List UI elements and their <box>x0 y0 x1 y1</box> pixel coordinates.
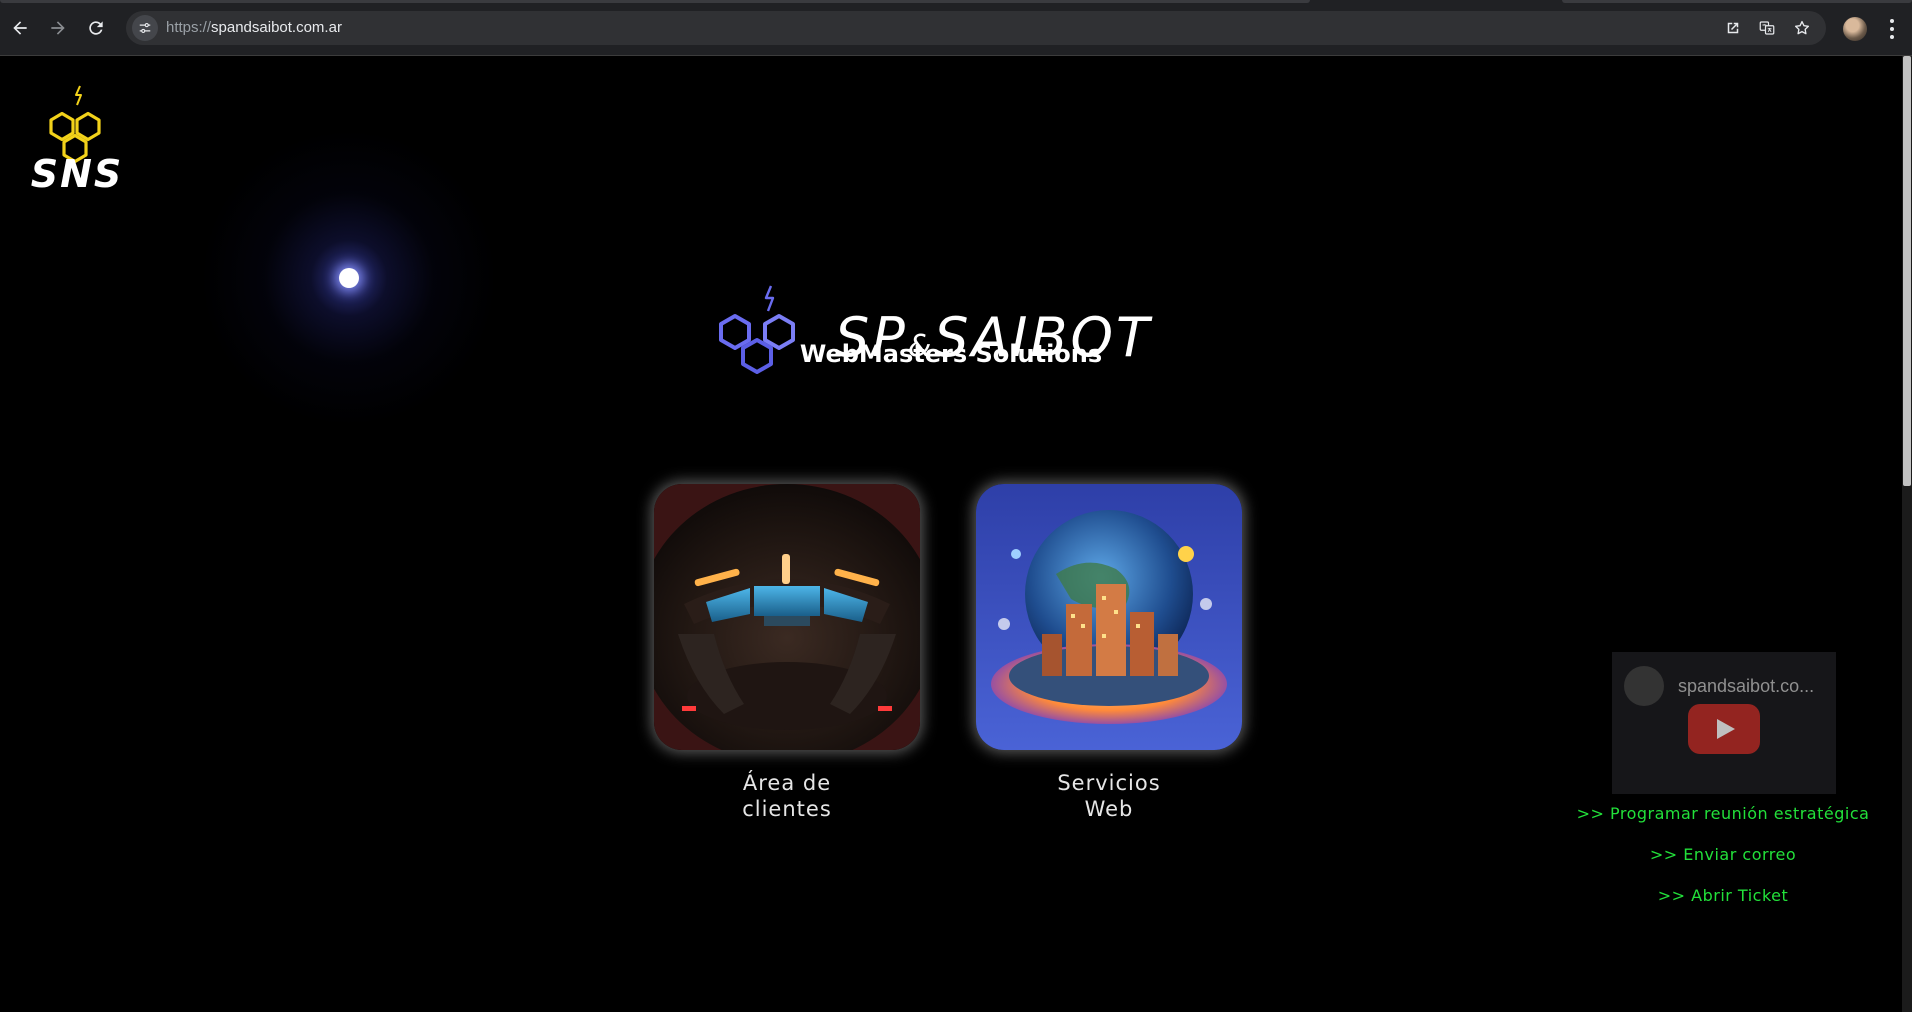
open-in-app-button[interactable] <box>1722 17 1744 39</box>
translate-button[interactable] <box>1756 17 1778 39</box>
client-area-label-line1: Área de <box>742 771 832 795</box>
forward-button[interactable] <box>44 14 72 42</box>
back-icon <box>13 21 27 35</box>
schedule-meeting-link[interactable]: >> Programar reunión estratégica <box>1566 804 1880 823</box>
web-services-label[interactable]: Servicios Web <box>976 770 1242 822</box>
open-in-new-icon <box>1727 22 1739 34</box>
tab-indicator <box>1562 0 1912 3</box>
back-button[interactable] <box>6 14 34 42</box>
forward-icon <box>51 21 65 35</box>
web-services-label-line2: Web <box>1084 797 1134 821</box>
reload-button[interactable] <box>82 14 110 42</box>
scrollbar-thumb[interactable] <box>1903 56 1911 486</box>
client-area-card[interactable] <box>654 484 920 750</box>
reload-icon <box>89 21 103 35</box>
more-menu-icon[interactable] <box>1884 16 1900 42</box>
web-services-card[interactable] <box>976 484 1242 750</box>
tagline: WebMasters Solutions <box>799 340 1103 368</box>
youtube-embed[interactable]: spandsaibot.co... <box>1612 652 1836 794</box>
page-scrollbar[interactable] <box>1902 56 1912 1012</box>
page-content: SNS SP&SAIBOT WebMasters Solutions Área … <box>0 56 1902 1012</box>
client-area-label-line2: clientes <box>742 797 832 821</box>
play-button-icon[interactable] <box>1688 704 1760 754</box>
video-channel-title: spandsaibot.co... <box>1678 676 1815 696</box>
bookmark-star-icon <box>1794 20 1810 35</box>
sns-logo-text: SNS <box>30 152 124 196</box>
browser-toolbar: https://spandsaibot.com.ar <box>0 0 1912 56</box>
profile-avatar[interactable] <box>1843 17 1867 41</box>
brand-logo: SP&SAIBOT <box>717 284 1187 384</box>
glow-dot <box>339 268 359 288</box>
address-bar[interactable]: https://spandsaibot.com.ar <box>126 11 1826 45</box>
send-email-link[interactable]: >> Enviar correo <box>1566 845 1880 864</box>
url-text[interactable]: https://spandsaibot.com.ar <box>166 19 342 36</box>
bookmark-button[interactable] <box>1791 17 1813 39</box>
site-settings-button[interactable] <box>132 15 158 41</box>
channel-avatar <box>1624 666 1664 706</box>
hexagon-brand-icon <box>719 285 795 374</box>
site-settings-icon <box>139 22 151 34</box>
globe-city-image <box>976 484 1242 750</box>
web-services-label-line1: Servicios <box>1057 771 1161 795</box>
tab-strip <box>0 0 1912 8</box>
url-host: spandsaibot.com.ar <box>211 19 342 36</box>
client-area-label[interactable]: Área de clientes <box>654 770 920 822</box>
open-ticket-link[interactable]: >> Abrir Ticket <box>1566 886 1880 905</box>
cockpit-image <box>654 484 920 750</box>
translate-icon <box>1759 21 1775 35</box>
sns-logo[interactable]: SNS <box>22 84 132 196</box>
tab-indicator <box>0 0 1310 3</box>
url-scheme: https:// <box>166 19 212 36</box>
